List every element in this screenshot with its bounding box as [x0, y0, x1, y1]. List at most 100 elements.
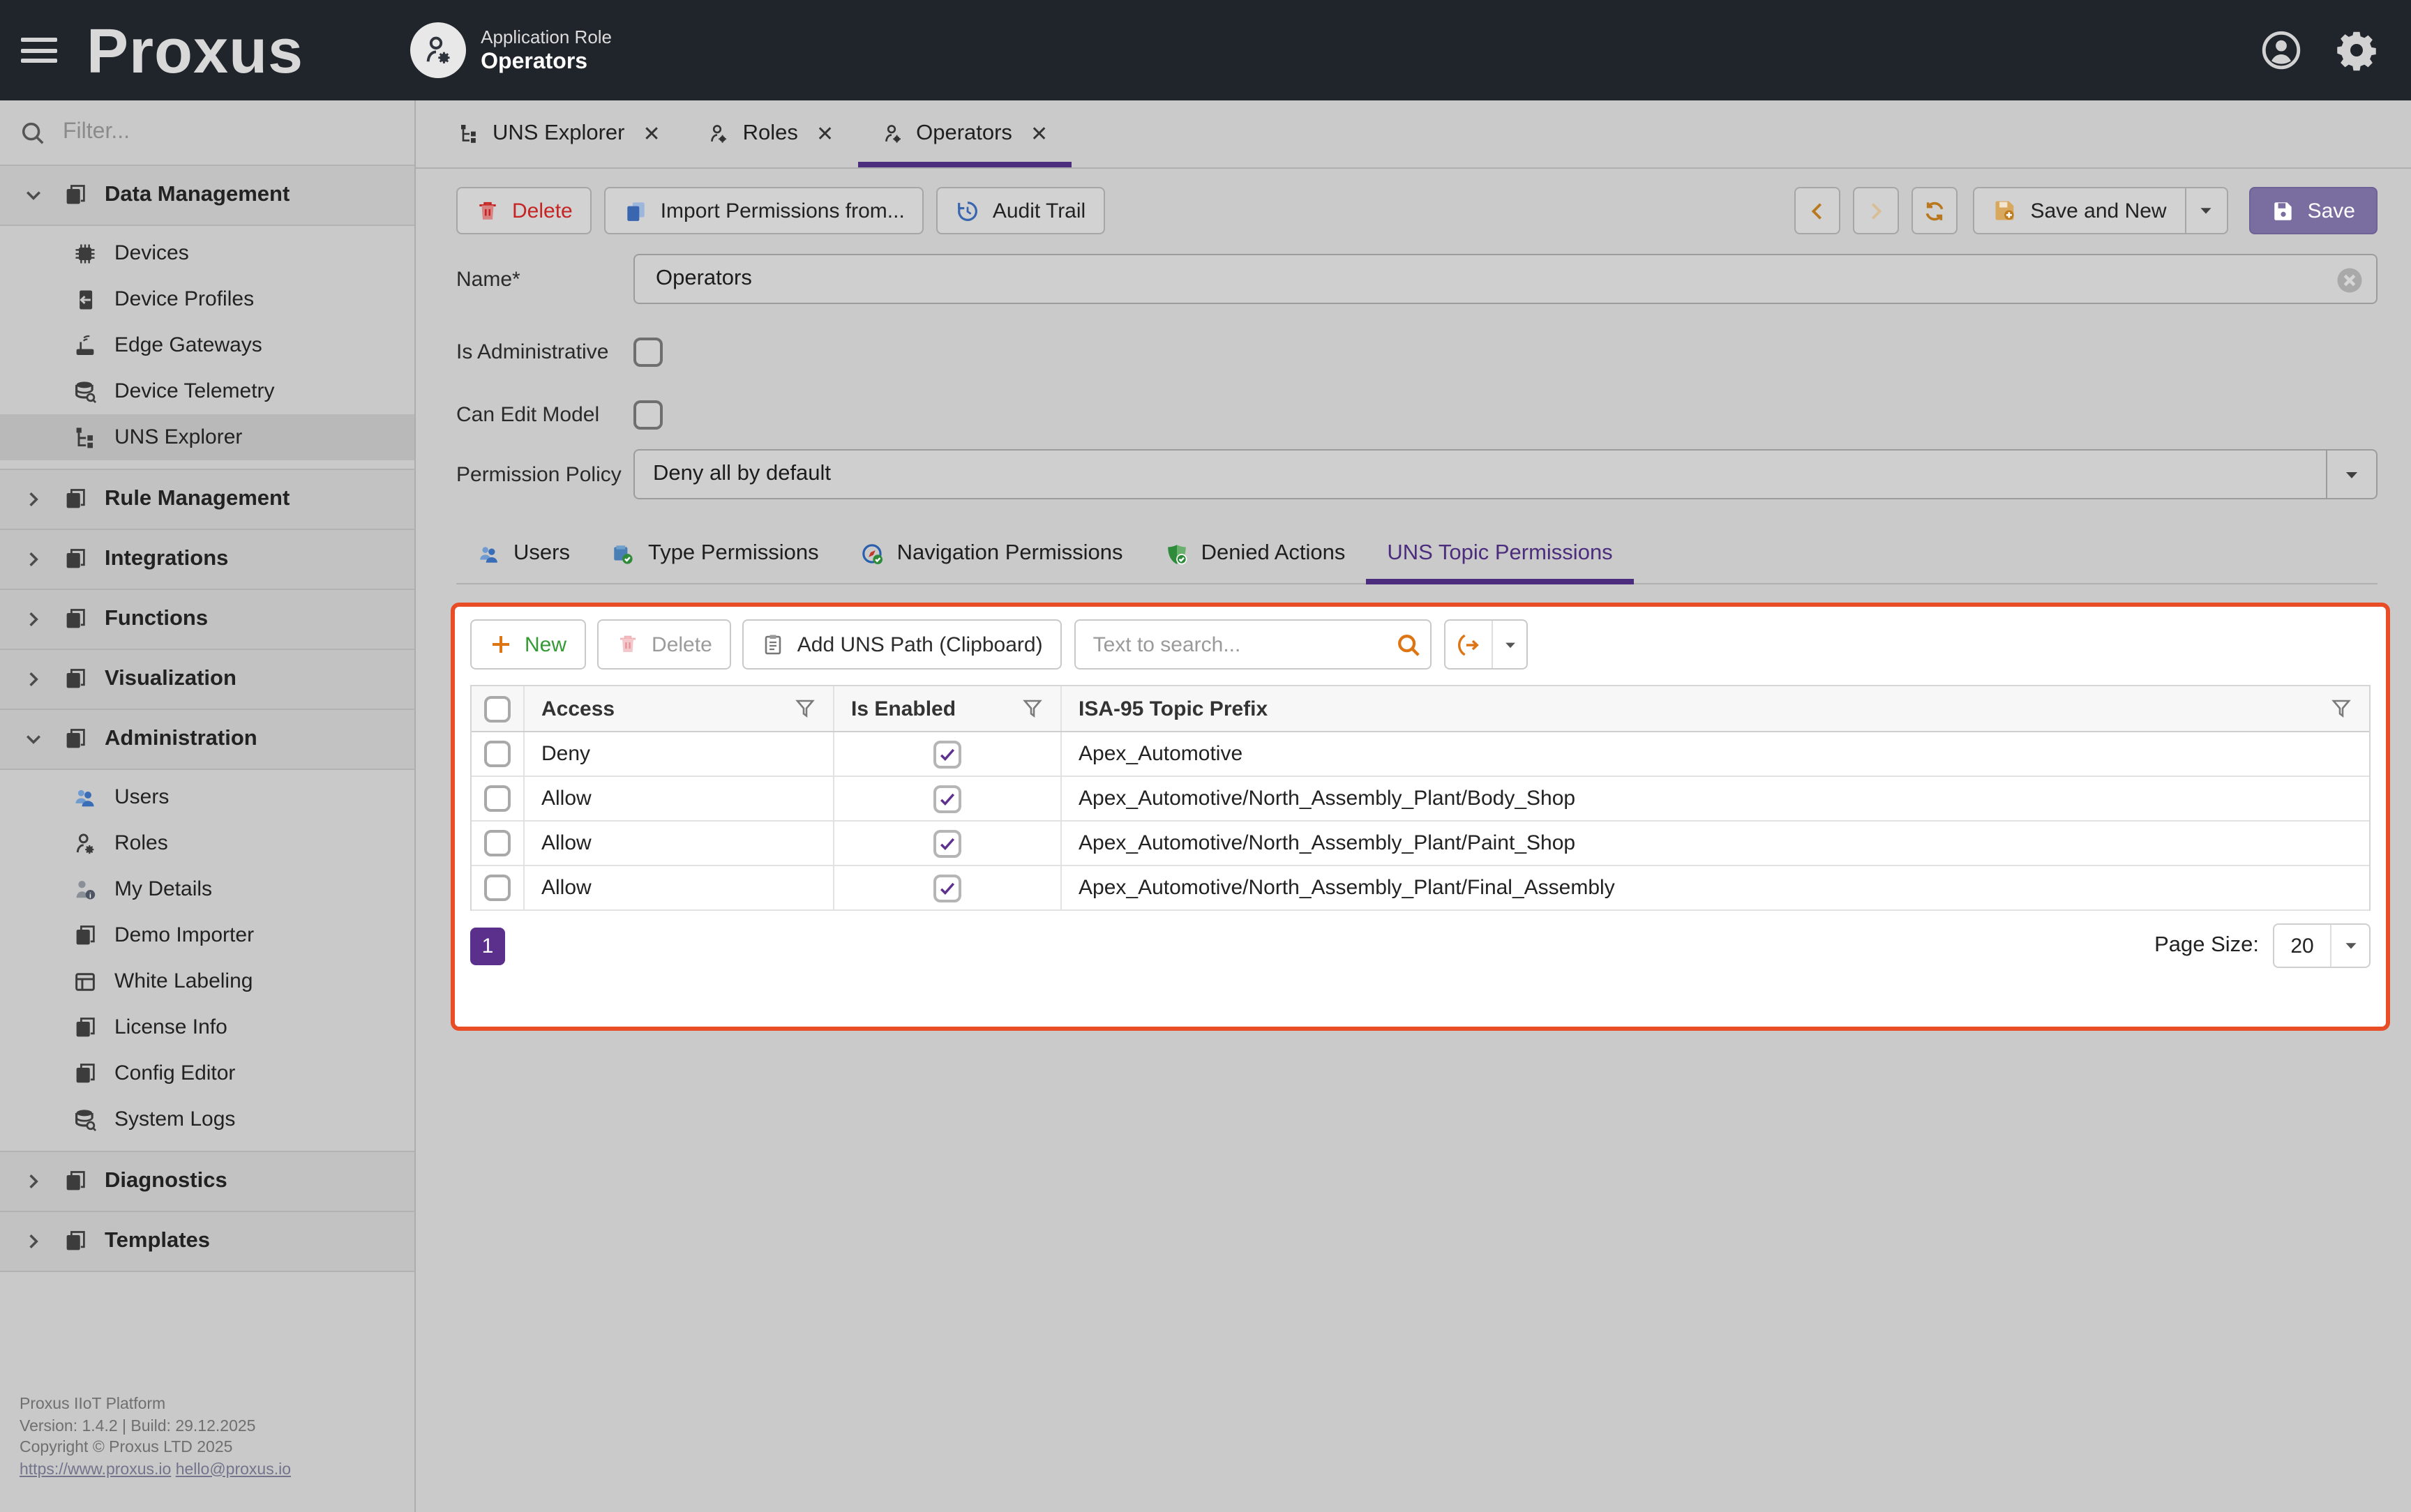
- grid-search-input[interactable]: [1076, 633, 1388, 656]
- copy-icon: [624, 199, 648, 222]
- version-info: Version: 1.4.2 | Build: 29.12.2025: [20, 1416, 291, 1438]
- website-link[interactable]: https://www.proxus.io: [20, 1461, 171, 1478]
- context-title: Operators: [481, 50, 612, 75]
- table-row[interactable]: Allow Apex_Automotive/North_Assembly_Pla…: [472, 777, 2369, 822]
- row-checkbox[interactable]: [484, 785, 511, 812]
- modules-icon: [63, 727, 88, 752]
- close-icon[interactable]: ✕: [643, 121, 661, 146]
- permission-policy-value: Deny all by default: [635, 462, 2326, 487]
- is-administrative-checkbox[interactable]: [633, 338, 663, 367]
- tab-users[interactable]: Users: [456, 524, 591, 583]
- search-button[interactable]: [1388, 621, 1431, 668]
- chevron-left-icon: [1807, 200, 1828, 221]
- filter-icon[interactable]: [2330, 697, 2352, 720]
- modules-icon: [73, 923, 98, 948]
- audit-trail-button[interactable]: Audit Trail: [937, 187, 1105, 234]
- table-row[interactable]: Allow Apex_Automotive/North_Assembly_Pla…: [472, 866, 2369, 911]
- sidebar-item-demo-importer[interactable]: Demo Importer: [0, 912, 414, 958]
- sidebar-footer: Proxus IIoT Platform Version: 1.4.2 | Bu…: [20, 1395, 291, 1481]
- export-icon: [1457, 633, 1481, 656]
- sidebar-section-visualization[interactable]: Visualization: [0, 650, 414, 710]
- sidebar-item-edge-gateways[interactable]: Edge Gateways: [0, 322, 414, 368]
- permission-policy-row: Permission Policy Deny all by default: [456, 449, 2378, 499]
- sidebar-section-data-management[interactable]: Data Management: [0, 166, 414, 226]
- name-input[interactable]: [653, 265, 2358, 293]
- new-row-button[interactable]: New: [470, 619, 586, 670]
- table-row[interactable]: Deny Apex_Automotive: [472, 732, 2369, 777]
- sidebar-section-administration[interactable]: Administration: [0, 710, 414, 770]
- hierarchy-icon: [73, 425, 98, 450]
- email-link[interactable]: hello@proxus.io: [176, 1461, 291, 1478]
- select-all-checkbox[interactable]: [484, 695, 511, 722]
- sidebar-item-uns-explorer[interactable]: UNS Explorer: [0, 414, 414, 460]
- row-checkbox[interactable]: [484, 830, 511, 856]
- page-1-button[interactable]: 1: [470, 927, 505, 965]
- can-edit-model-checkbox[interactable]: [633, 400, 663, 430]
- previous-record-button[interactable]: [1794, 187, 1840, 234]
- sidebar-item-system-logs[interactable]: System Logs: [0, 1096, 414, 1142]
- import-permissions-button[interactable]: Import Permissions from...: [605, 187, 924, 234]
- table-row[interactable]: Allow Apex_Automotive/North_Assembly_Pla…: [472, 822, 2369, 866]
- device-profile-icon: [73, 287, 98, 312]
- is-enabled-checkbox[interactable]: [933, 829, 961, 857]
- refresh-button[interactable]: [1911, 187, 1958, 234]
- sidebar-section-integrations[interactable]: Integrations: [0, 530, 414, 590]
- gear-icon[interactable]: [2336, 29, 2378, 71]
- tab-uns-topic-permissions[interactable]: UNS Topic Permissions: [1366, 524, 1633, 583]
- hamburger-menu-icon[interactable]: [21, 38, 57, 63]
- select-caret[interactable]: [2326, 451, 2376, 498]
- filter-icon[interactable]: [1021, 697, 1044, 720]
- save-button[interactable]: Save: [2249, 187, 2378, 234]
- filter-icon[interactable]: [794, 697, 816, 720]
- context-type-label: Application Role: [481, 26, 612, 47]
- export-options-caret[interactable]: [1492, 621, 1527, 668]
- page-context: Application Role Operators: [410, 22, 612, 78]
- sidebar-filter[interactable]: [0, 100, 414, 166]
- is-enabled-checkbox[interactable]: [933, 785, 961, 812]
- page-size-caret[interactable]: [2330, 925, 2369, 967]
- sidebar-filter-input[interactable]: [60, 119, 339, 146]
- delete-row-button[interactable]: Delete: [597, 619, 732, 670]
- close-icon[interactable]: ✕: [1030, 121, 1048, 146]
- sidebar-item-white-labeling[interactable]: White Labeling: [0, 958, 414, 1004]
- row-checkbox[interactable]: [484, 741, 511, 767]
- sidebar-section-templates[interactable]: Templates: [0, 1212, 414, 1272]
- is-enabled-checkbox[interactable]: [933, 740, 961, 768]
- sidebar-item-users[interactable]: Users: [0, 774, 414, 820]
- record-toolbar: Delete Import Permissions from... Audit …: [456, 187, 2378, 234]
- sidebar-section-diagnostics[interactable]: Diagnostics: [0, 1152, 414, 1212]
- close-icon[interactable]: ✕: [816, 121, 834, 146]
- sidebar-item-config-editor[interactable]: Config Editor: [0, 1050, 414, 1096]
- chevron-right-icon: [24, 670, 43, 689]
- tab-type-permissions[interactable]: Type Permissions: [591, 524, 840, 583]
- user-circle-icon[interactable]: [2260, 29, 2302, 71]
- sidebar-item-my-details[interactable]: i My Details: [0, 866, 414, 912]
- tab-operators[interactable]: Operators ✕: [857, 100, 1072, 167]
- add-uns-path-button[interactable]: Add UNS Path (Clipboard): [743, 619, 1062, 670]
- sidebar-item-device-telemetry[interactable]: Device Telemetry: [0, 368, 414, 414]
- sidebar-item-device-profiles[interactable]: Device Profiles: [0, 276, 414, 322]
- tab-denied-actions[interactable]: Denied Actions: [1144, 524, 1367, 583]
- sidebar-item-devices[interactable]: Devices: [0, 230, 414, 276]
- save-options-caret[interactable]: [2185, 188, 2227, 233]
- sidebar-item-roles[interactable]: Roles: [0, 820, 414, 866]
- page-size-select[interactable]: 20: [2273, 923, 2371, 968]
- chevron-down-icon: [24, 186, 43, 205]
- tab-roles[interactable]: Roles ✕: [684, 100, 857, 167]
- export-button[interactable]: [1445, 619, 1529, 670]
- tab-uns-explorer[interactable]: UNS Explorer ✕: [434, 100, 684, 167]
- permission-policy-select[interactable]: Deny all by default: [633, 449, 2378, 499]
- clear-name-icon[interactable]: [2336, 266, 2364, 294]
- is-enabled-checkbox[interactable]: [933, 874, 961, 902]
- next-record-button[interactable]: [1853, 187, 1899, 234]
- row-checkbox[interactable]: [484, 875, 511, 901]
- sidebar-section-functions[interactable]: Functions: [0, 590, 414, 650]
- save-and-new-button[interactable]: Save and New: [1973, 187, 2228, 234]
- tab-navigation-permissions[interactable]: Navigation Permissions: [840, 524, 1144, 583]
- delete-button[interactable]: Delete: [456, 187, 592, 234]
- sidebar-item-license-info[interactable]: License Info: [0, 1004, 414, 1050]
- compass-check-icon: [861, 542, 885, 566]
- permissions-table: Access Is Enabled ISA-95 Topic Prefix De…: [470, 685, 2371, 911]
- sidebar-section-rule-management[interactable]: Rule Management: [0, 470, 414, 530]
- role-avatar-icon: [421, 33, 454, 67]
